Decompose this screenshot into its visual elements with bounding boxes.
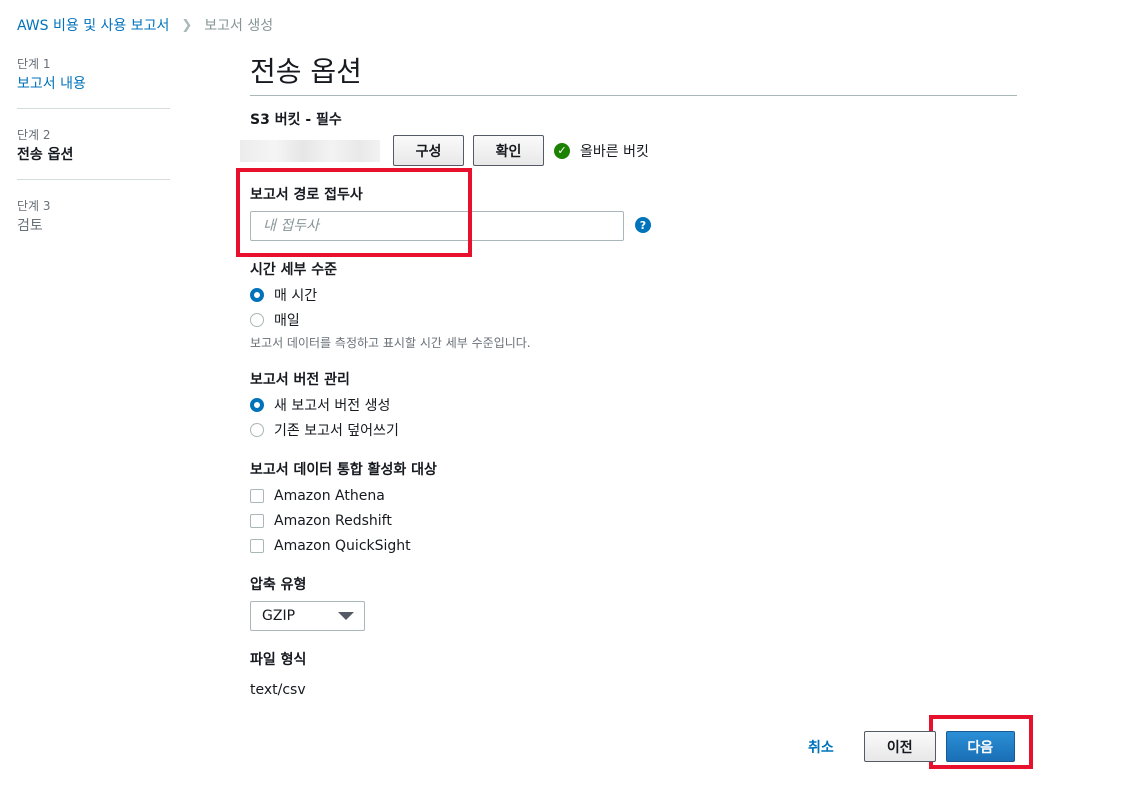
step-1-number: 단계 1 <box>17 57 51 71</box>
wizard-footer: 취소 이전 다음 <box>808 731 1015 762</box>
compression-value: GZIP <box>262 608 296 624</box>
versioning-label: 보고서 버전 관리 <box>250 372 350 388</box>
compression-select[interactable]: GZIP <box>250 601 365 631</box>
check-circle-icon: ✓ <box>554 142 570 159</box>
compression-label: 압축 유형 <box>250 577 307 593</box>
integration-quicksight-label: Amazon QuickSight <box>274 538 411 554</box>
step-2-number: 단계 2 <box>17 128 51 142</box>
file-format-label: 파일 형식 <box>250 652 307 668</box>
integration-label: 보고서 데이터 통합 활성화 대상 <box>250 462 437 478</box>
next-button[interactable]: 다음 <box>945 731 1015 762</box>
bucket-status-text: 올바른 버킷 <box>580 143 649 160</box>
bucket-status: ✓ 올바른 버킷 <box>554 141 649 161</box>
step-3-name: 검토 <box>17 218 43 234</box>
caret-down-icon <box>338 612 354 620</box>
breadcrumb-root-link[interactable]: AWS 비용 및 사용 보고서 <box>17 15 169 35</box>
granularity-label: 시간 세부 수준 <box>250 262 338 278</box>
wizard-steps: 단계 1 보고서 내용 단계 2 전송 옵션 단계 3 검토 <box>17 56 170 250</box>
radio-unselected-icon <box>250 313 264 327</box>
granularity-hourly-label: 매 시간 <box>274 288 318 304</box>
s3-bucket-name-redacted <box>240 139 380 162</box>
step-3: 단계 3 검토 <box>17 179 170 250</box>
cancel-button[interactable]: 취소 <box>808 737 834 757</box>
versioning-new-radio[interactable]: 새 보고서 버전 생성 <box>250 395 390 415</box>
granularity-daily-label: 매일 <box>274 313 300 329</box>
integration-athena-label: Amazon Athena <box>274 488 385 504</box>
step-2-name: 전송 옵션 <box>17 147 74 163</box>
breadcrumb: AWS 비용 및 사용 보고서 ❯ 보고서 생성 <box>17 15 273 35</box>
granularity-hourly-radio[interactable]: 매 시간 <box>250 285 317 305</box>
s3-bucket-label: S3 버킷 - 필수 <box>250 112 342 128</box>
versioning-new-label: 새 보고서 버전 생성 <box>274 398 391 414</box>
step-3-number: 단계 3 <box>17 199 51 213</box>
chevron-right-icon: ❯ <box>181 17 193 33</box>
step-1: 단계 1 보고서 내용 <box>17 56 170 108</box>
configure-button[interactable]: 구성 <box>393 135 464 166</box>
file-format-value: text/csv <box>250 682 306 698</box>
integration-redshift-checkbox[interactable]: Amazon Redshift <box>250 511 392 531</box>
verify-button[interactable]: 확인 <box>473 135 544 166</box>
step-1-link[interactable]: 보고서 내용 <box>17 74 170 94</box>
checkbox-icon <box>250 539 264 553</box>
s3-bucket-row: 구성 확인 ✓ 올바른 버킷 <box>240 135 649 166</box>
page-title: 전송 옵션 <box>250 50 1017 96</box>
integration-athena-checkbox[interactable]: Amazon Athena <box>250 486 385 506</box>
radio-selected-icon <box>250 398 264 412</box>
main-content: 전송 옵션 S3 버킷 - 필수 구성 확인 ✓ 올바른 버킷 보고서 경로 접… <box>240 50 1017 698</box>
integration-redshift-label: Amazon Redshift <box>274 513 392 529</box>
granularity-daily-radio[interactable]: 매일 <box>250 310 300 330</box>
radio-unselected-icon <box>250 423 264 437</box>
help-icon[interactable]: ? <box>635 217 651 233</box>
step-2: 단계 2 전송 옵션 <box>17 108 170 179</box>
previous-button[interactable]: 이전 <box>863 731 936 762</box>
checkbox-icon <box>250 514 264 528</box>
versioning-overwrite-radio[interactable]: 기존 보고서 덮어쓰기 <box>250 420 399 440</box>
versioning-overwrite-label: 기존 보고서 덮어쓰기 <box>274 423 399 439</box>
integration-quicksight-checkbox[interactable]: Amazon QuickSight <box>250 536 411 556</box>
granularity-hint: 보고서 데이터를 측정하고 표시할 시간 세부 수준입니다. <box>250 336 531 350</box>
highlight-box-prefix <box>236 168 472 257</box>
checkbox-icon <box>250 489 264 503</box>
breadcrumb-current: 보고서 생성 <box>204 18 274 34</box>
radio-selected-icon <box>250 288 264 302</box>
